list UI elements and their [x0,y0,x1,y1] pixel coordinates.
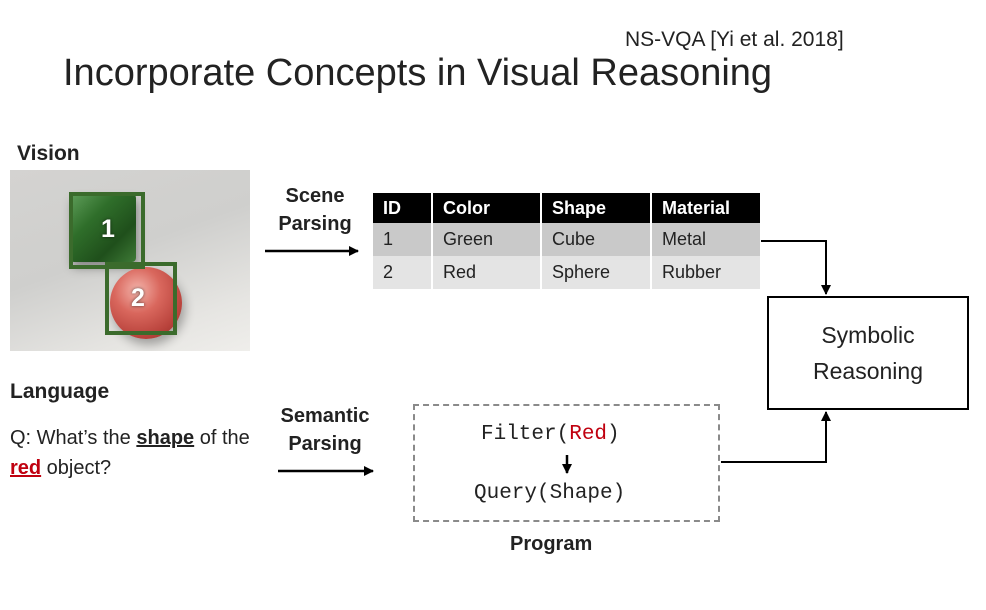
program-to-reasoning-arrow [721,411,831,463]
flow-arrows [265,240,831,476]
table-to-reasoning-arrow [761,240,831,295]
